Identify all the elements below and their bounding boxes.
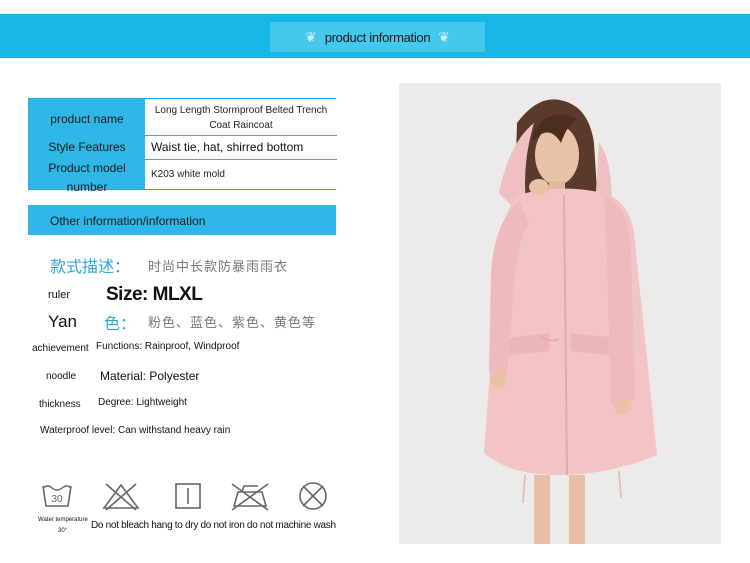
product-model-label: Product model [48, 161, 126, 175]
section-title: Other information/information [50, 214, 206, 228]
color-label: 色： [104, 314, 137, 333]
header-banner: ❦ product information ❦ [0, 14, 750, 58]
ornament-right-icon: ❦ [438, 28, 451, 45]
table-divider [145, 135, 337, 136]
table-divider [145, 159, 337, 160]
product-model-label-2: number [66, 180, 108, 194]
material-value: Material: Polyester [100, 369, 200, 383]
product-info-table: product name Style Features Product mode… [28, 98, 337, 194]
product-table-value-column: Long Length Stormproof Belted Trench Coa… [145, 99, 337, 189]
do-not-iron-icon [228, 480, 272, 512]
water-temperature-value: 30° [58, 528, 68, 534]
ornament-left-icon: ❦ [304, 28, 317, 45]
product-photo [399, 83, 721, 544]
style-features-label: Style Features [48, 140, 126, 154]
ruler-label: ruler [48, 289, 71, 301]
section-header: Other information/information [28, 205, 336, 235]
yan-label: Yan [48, 312, 77, 331]
size-value: Size: MLXL [106, 284, 203, 305]
product-model-value: K203 white mold [151, 169, 225, 180]
do-not-machine-wash-icon [296, 480, 330, 512]
style-description-value: 时尚中长款防暴雨雨衣 [148, 260, 289, 275]
thickness-label: thickness [39, 399, 81, 410]
care-instructions: Do not bleach hang to dry do not iron do… [91, 520, 336, 531]
achievement-label: achievement [32, 343, 89, 354]
wash-number: 30 [51, 494, 63, 505]
style-description-label: 款式描述： [50, 257, 131, 276]
product-name-value: Long Length Stormproof Belted Trench [154, 105, 328, 116]
style-features-value: Waist tie, hat, shirred bottom [151, 140, 304, 154]
product-name-label: product name [50, 112, 124, 126]
color-value: 粉色、蓝色、紫色、黄色等 [148, 316, 317, 331]
product-table-label-column: product name Style Features Product mode… [29, 99, 145, 194]
banner-title: product information [324, 29, 431, 45]
noodle-label: noodle [46, 371, 77, 382]
do-not-bleach-icon [100, 480, 142, 512]
product-name-value-2: Coat Raincoat [209, 120, 273, 131]
waterproof-level: Waterproof level: Can withstand heavy ra… [40, 425, 231, 436]
degree-value: Degree: Lightweight [98, 397, 187, 408]
banner-title-box: ❦ product information ❦ [270, 22, 485, 52]
functions-value: Functions: Rainproof, Windproof [96, 341, 240, 352]
water-temperature-label: Water temperature [38, 517, 88, 523]
hang-dry-icon [172, 480, 206, 512]
wash-30-icon: 30 [40, 480, 74, 512]
